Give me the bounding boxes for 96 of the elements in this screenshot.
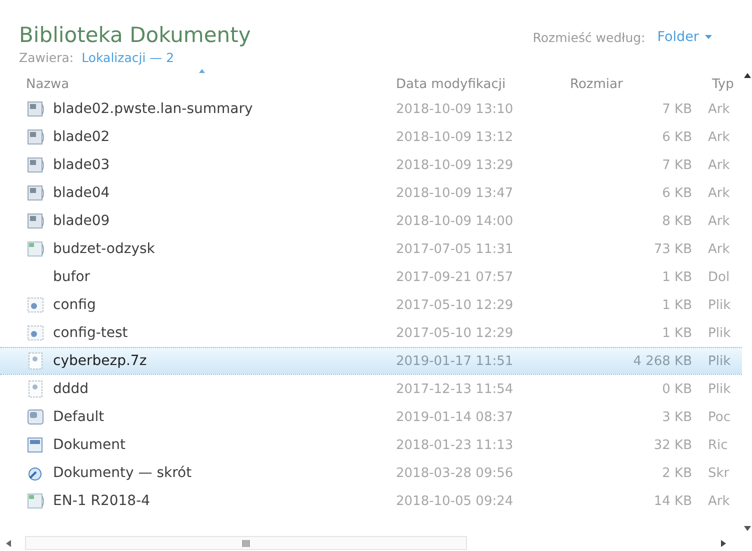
file-type: Plik: [707, 382, 732, 396]
modified-date: 2019-01-14 08:37: [396, 410, 514, 424]
scroll-up-icon[interactable]: [744, 73, 750, 78]
file-name: Default: [53, 409, 104, 425]
sort-arrow-icon: [199, 69, 205, 73]
modified-date: 2019-01-17 11:51: [396, 354, 514, 368]
file-row[interactable]: blade02.pwste.lan-summary 2018-10-09 13:10 7 KB Ark: [0, 95, 742, 123]
file-size: 1 KB: [661, 326, 692, 340]
file-type: Ark: [707, 242, 731, 256]
file-type: Poc: [707, 410, 732, 424]
file-type: Ark: [707, 214, 731, 228]
file-size: 6 KB: [661, 186, 692, 200]
file-size: 32 KB: [652, 438, 692, 452]
file-name: dddd: [53, 381, 89, 397]
file-icon: [26, 184, 46, 202]
file-icon: [26, 324, 46, 342]
includes-label: Zawiera:: [19, 50, 74, 65]
file-row[interactable]: blade04 2018-10-09 13:47 6 KB Ark: [0, 179, 742, 207]
file-icon: [26, 296, 46, 314]
file-type: Ark: [707, 186, 731, 200]
file-row[interactable]: budzet-odzysk 2017-07-05 11:31 73 KB Ark: [0, 235, 742, 263]
file-type: Ric: [707, 438, 729, 452]
file-type: Ark: [707, 158, 731, 172]
scroll-right-icon[interactable]: [721, 540, 726, 546]
file-name: config: [53, 297, 96, 313]
file-size: 8 KB: [661, 214, 692, 228]
file-row[interactable]: EN-1 R2018-4 2018-10-05 09:24 14 KB Ark: [0, 487, 742, 515]
file-row[interactable]: cyberbezp.7z 2019-01-17 11:51 4 268 KB Plik: [0, 347, 742, 375]
file-name: EN-1 R2018-4: [53, 493, 150, 509]
file-type: Plik: [707, 326, 732, 340]
file-row[interactable]: config 2017-05-10 12:29 1 KB Plik: [0, 291, 742, 319]
modified-date: 2018-10-09 13:10: [396, 102, 514, 116]
file-size: 7 KB: [661, 102, 692, 116]
file-icon: [26, 492, 46, 510]
modified-date: 2018-10-09 13:12: [396, 130, 514, 144]
modified-date: 2018-10-09 13:29: [396, 158, 514, 172]
file-size: 6 KB: [661, 130, 692, 144]
arrange-label: Rozmieść według:: [532, 30, 646, 44]
library-title: Biblioteka Dokumenty: [19, 22, 251, 48]
file-size: 4 268 KB: [632, 354, 692, 368]
file-row[interactable]: blade09 2018-10-09 14:00 8 KB Ark: [0, 207, 742, 235]
file-name: bufor: [53, 269, 90, 285]
file-type: Plik: [707, 354, 732, 368]
file-row[interactable]: blade02 2018-10-09 13:12 6 KB Ark: [0, 123, 742, 151]
file-name: blade04: [53, 185, 110, 201]
file-size: 0 KB: [661, 382, 692, 396]
file-name: blade02.pwste.lan-summary: [53, 101, 253, 117]
modified-date: 2018-10-09 13:47: [396, 186, 514, 200]
file-name: budzet-odzysk: [53, 241, 155, 257]
modified-date: 2017-05-10 12:29: [396, 326, 514, 340]
modified-date: 2017-12-13 11:54: [396, 382, 514, 396]
file-icon: [26, 240, 46, 258]
file-type: Ark: [707, 130, 731, 144]
file-name: blade02: [53, 129, 110, 145]
modified-date: 2018-10-05 09:24: [396, 494, 514, 508]
file-type: Plik: [707, 298, 732, 312]
scroll-down-icon[interactable]: [744, 526, 750, 531]
file-type: Dol: [707, 270, 731, 284]
file-type: Skr: [707, 466, 730, 480]
file-size: 2 KB: [661, 466, 692, 480]
file-name: blade09: [53, 213, 110, 229]
scroll-left-icon[interactable]: [6, 540, 11, 546]
file-row[interactable]: Dokument 2018-01-23 11:13 32 KB Ric: [0, 431, 742, 459]
file-row[interactable]: bufor 2017-09-21 07:57 1 KB Dol: [0, 263, 742, 291]
file-icon: [26, 100, 46, 118]
modified-date: 2018-03-28 09:56: [396, 466, 514, 480]
file-name: config-test: [53, 325, 128, 341]
file-row[interactable]: Default 2019-01-14 08:37 3 KB Poc: [0, 403, 742, 431]
file-name: cyberbezp.7z: [53, 353, 147, 369]
file-name: Dokument: [53, 437, 126, 453]
file-icon: [26, 128, 46, 146]
file-row[interactable]: dddd 2017-12-13 11:54 0 KB Plik: [0, 375, 742, 403]
modified-date: 2017-05-10 12:29: [396, 298, 514, 312]
scrollbar-thumb[interactable]: [25, 536, 467, 550]
file-size: 14 KB: [652, 494, 692, 508]
file-icon: [26, 212, 46, 230]
caret-icon: [705, 35, 712, 39]
modified-date: 2017-09-21 07:57: [396, 270, 514, 284]
modified-date: 2018-10-09 14:00: [396, 214, 514, 228]
file-icon: [26, 156, 46, 174]
file-row[interactable]: Dokumenty — skrót 2018-03-28 09:56 2 KB Skr: [0, 459, 742, 487]
file-size: 1 KB: [661, 298, 692, 312]
modified-date: 2018-01-23 11:13: [396, 438, 514, 452]
file-size: 1 KB: [661, 270, 692, 284]
file-type: Ark: [707, 494, 731, 508]
file-size: 3 KB: [661, 410, 692, 424]
file-size: 73 KB: [652, 242, 692, 256]
file-type: Ark: [707, 102, 731, 116]
file-size: 7 KB: [661, 158, 692, 172]
file-icon: [26, 408, 46, 426]
file-row[interactable]: config-test 2017-05-10 12:29 1 KB Plik: [0, 319, 742, 347]
grip-icon: [242, 540, 250, 546]
file-row[interactable]: blade03 2018-10-09 13:29 7 KB Ark: [0, 151, 742, 179]
modified-date: 2017-07-05 11:31: [396, 242, 514, 256]
file-name: blade03: [53, 157, 110, 173]
file-name: Dokumenty — skrót: [53, 465, 192, 481]
